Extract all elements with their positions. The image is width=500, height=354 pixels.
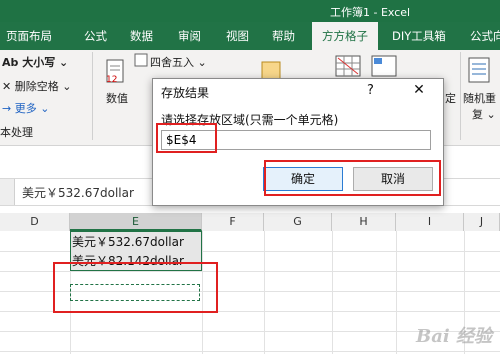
ribbon-divider	[92, 52, 93, 140]
grid-line	[332, 231, 333, 354]
tab-diy-toolbox[interactable]: DIY工具箱	[392, 22, 446, 50]
column-header-h[interactable]: H	[332, 213, 396, 231]
annotation-box-buttons	[264, 160, 441, 196]
tab-formula-wizard[interactable]: 公式向	[470, 22, 500, 50]
cell-e1[interactable]: 美元￥532.67dollar	[72, 233, 184, 250]
annotation-box-target	[53, 262, 218, 313]
tab-review[interactable]: 审阅	[178, 22, 201, 50]
sheet-tool-icon	[371, 55, 397, 77]
random-repeat-button-line2[interactable]: 复 ⌄	[472, 106, 496, 122]
column-header-j[interactable]: J	[464, 213, 500, 231]
column-header-g[interactable]: G	[264, 213, 332, 231]
round-icon	[134, 53, 148, 67]
svg-text:12: 12	[106, 75, 117, 85]
tab-view[interactable]: 视图	[226, 22, 249, 50]
dialog-title: 存放结果	[161, 86, 210, 100]
formula-bar-handle	[0, 179, 15, 205]
grid-line	[396, 231, 397, 354]
tab-help[interactable]: 帮助	[272, 22, 295, 50]
grid-line	[264, 231, 265, 354]
column-header-e[interactable]: E	[70, 213, 202, 231]
random-repeat-icon	[468, 57, 490, 83]
number-button[interactable]: 数值	[106, 90, 128, 106]
watermark-logo: Bai 经验	[416, 326, 492, 347]
fix-button[interactable]: 定	[445, 90, 456, 106]
more-button[interactable]: → 更多 ⌄	[2, 100, 49, 116]
help-icon[interactable]: ?	[367, 83, 374, 98]
annotation-box-input	[156, 123, 217, 153]
column-header-f[interactable]: F	[202, 213, 264, 231]
tab-fangfang[interactable]: 方方格子	[312, 22, 378, 50]
formula-bar-value[interactable]: 美元￥532.67dollar	[22, 184, 134, 201]
grid-tool-icon	[335, 55, 361, 77]
column-header-d[interactable]: D	[0, 213, 70, 231]
random-repeat-button[interactable]: 随机重	[463, 90, 496, 106]
group-label: 本处理	[0, 126, 33, 139]
delete-space-button[interactable]: ✕ 删除空格 ⌄	[2, 78, 71, 94]
number-icon: 12	[106, 59, 124, 85]
tab-data[interactable]: 数据	[130, 22, 153, 50]
case-button[interactable]: Ab 大小写 ⌄	[2, 54, 68, 70]
grid-line	[0, 351, 500, 352]
window-title: 工作簿1 - Excel	[330, 6, 411, 19]
close-icon[interactable]: ✕	[409, 81, 429, 99]
tab-formulas[interactable]: 公式	[84, 22, 107, 50]
column-headers: D E F G H I J	[0, 213, 500, 232]
tab-page-layout[interactable]: 页面布局	[6, 22, 52, 50]
column-header-i[interactable]: I	[396, 213, 464, 231]
round-button[interactable]: 四舍五入 ⌄	[150, 54, 207, 70]
title-bar: 工作簿1 - Excel	[0, 0, 500, 22]
ribbon-divider	[460, 52, 461, 140]
ribbon-tabs: 页面布局 公式 数据 审阅 视图 帮助 方方格子 DIY工具箱 公式向	[0, 22, 500, 50]
